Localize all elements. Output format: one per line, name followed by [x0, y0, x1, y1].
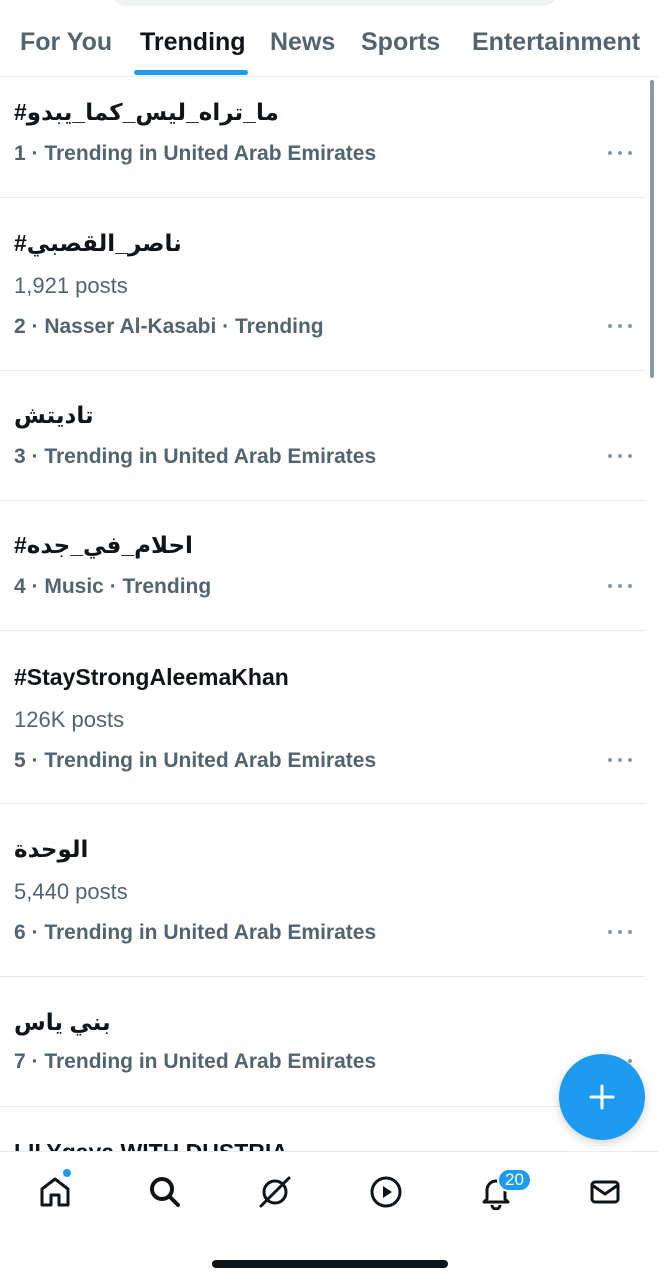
trend-meta: 6 · Trending in United Arab Emirates [14, 921, 377, 944]
tab-news[interactable]: News [270, 28, 335, 57]
more-options-icon[interactable] [608, 151, 632, 157]
home-unread-dot [62, 1168, 72, 1178]
more-options-icon[interactable] [608, 584, 632, 590]
trend-meta: 3 · Trending in United Arab Emirates [14, 445, 377, 468]
home-indicator [212, 1260, 448, 1268]
trend-title: الوحدة [14, 836, 89, 862]
trend-post-count: 1,921 posts [14, 273, 128, 298]
more-options-icon[interactable] [608, 324, 632, 330]
active-tab-indicator [134, 70, 248, 75]
trend-post-count: 126K posts [14, 707, 125, 732]
trend-meta: 2 · Nasser Al-Kasabi · Trending [14, 315, 324, 338]
home-icon [40, 1177, 70, 1207]
explore-tabs: For You Trending News Sports Entertainme… [0, 0, 659, 77]
more-options-icon[interactable] [608, 454, 632, 460]
trend-item[interactable]: #ناصر_القصبي 1,921 posts 2 · Nasser Al-K… [0, 198, 646, 371]
tab-entertainment[interactable]: Entertainment [472, 28, 640, 57]
trend-title: بني ياس [14, 1009, 111, 1035]
nav-search[interactable] [143, 1170, 187, 1214]
plus-icon [589, 1084, 615, 1110]
search-icon [150, 1177, 180, 1207]
messages-icon [590, 1180, 620, 1204]
trend-title: #احلام_في_جده [14, 532, 193, 558]
trend-item[interactable]: #احلام_في_جده 4 · Music · Trending [0, 501, 646, 631]
tab-trending[interactable]: Trending [140, 28, 246, 57]
bottom-navigation: 20 [0, 1151, 659, 1279]
trend-meta: 1 · Trending in United Arab Emirates [14, 142, 377, 165]
video-icon [370, 1176, 402, 1208]
tab-sports[interactable]: Sports [361, 28, 440, 57]
trend-item[interactable]: #ما_تراه_ليس_كما_يبدو 1 · Trending in Un… [0, 77, 646, 198]
more-options-icon[interactable] [608, 930, 632, 936]
trend-item[interactable]: الوحدة 5,440 posts 6 · Trending in Unite… [0, 804, 646, 977]
compose-post-button[interactable] [559, 1054, 645, 1140]
trend-meta: 5 · Trending in United Arab Emirates [14, 749, 377, 772]
tab-for-you[interactable]: For You [20, 28, 112, 57]
scrollbar[interactable] [650, 80, 654, 378]
trend-item[interactable]: #StayStrongAleemaKhan 126K posts 5 · Tre… [0, 631, 646, 804]
grok-icon [259, 1176, 291, 1208]
trend-title: #ناصر_القصبي [14, 230, 182, 256]
more-options-icon[interactable] [608, 758, 632, 764]
trend-item[interactable]: تاديتش 3 · Trending in United Arab Emira… [0, 371, 646, 501]
nav-messages[interactable] [583, 1170, 627, 1214]
trend-title: تاديتش [14, 402, 94, 428]
trend-title: #StayStrongAleemaKhan [14, 664, 289, 690]
notification-count-badge: 20 [497, 1168, 532, 1192]
trend-item[interactable]: بني ياس 7 · Trending in United Arab Emir… [0, 977, 646, 1107]
trend-post-count: 5,440 posts [14, 879, 128, 904]
trend-meta: 7 · Trending in United Arab Emirates [14, 1050, 377, 1073]
trend-meta: 4 · Music · Trending [14, 575, 212, 598]
nav-video[interactable] [364, 1170, 408, 1214]
trend-title: #ما_تراه_ليس_كما_يبدو [14, 99, 279, 125]
nav-grok[interactable] [253, 1170, 297, 1214]
